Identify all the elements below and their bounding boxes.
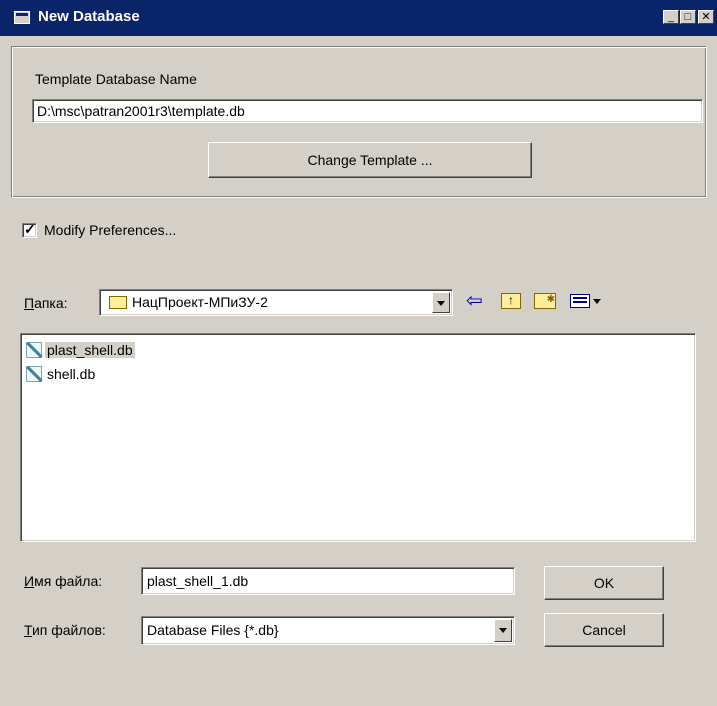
view-menu-icon[interactable] — [570, 294, 590, 308]
chevron-down-icon[interactable] — [494, 619, 512, 642]
file-name: plast_shell.db — [45, 342, 135, 358]
db-file-icon — [25, 341, 43, 359]
up-folder-icon[interactable]: ↑ — [501, 293, 521, 309]
new-folder-icon[interactable]: ✱ — [534, 293, 556, 309]
chevron-down-icon[interactable] — [432, 292, 450, 313]
folder-value: НацПроект-МПиЗУ-2 — [132, 294, 268, 310]
window-icon — [14, 11, 30, 24]
close-button[interactable]: ✕ — [698, 10, 714, 24]
change-template-button[interactable]: Change Template ... — [208, 142, 532, 178]
filename-label: Имя файла: — [24, 573, 103, 589]
back-arrow-icon[interactable]: ⇦ — [466, 290, 490, 312]
template-path-value: D:\msc\patran2001r3\template.db — [37, 103, 245, 119]
folder-icon — [109, 296, 127, 309]
file-list[interactable]: plast_shell.db shell.db — [20, 333, 696, 542]
db-file-icon — [25, 365, 43, 383]
filename-input[interactable]: plast_shell_1.db — [141, 567, 515, 595]
minimize-button[interactable]: _ — [663, 10, 679, 24]
modify-preferences-label: Modify Preferences... — [44, 222, 177, 238]
list-item[interactable]: plast_shell.db — [25, 339, 135, 361]
ok-button[interactable]: OK — [544, 566, 664, 600]
title-bar: New Database _ □ ✕ — [0, 0, 717, 36]
modify-preferences-checkbox[interactable]: ✓ — [22, 221, 37, 238]
template-path-input[interactable]: D:\msc\patran2001r3\template.db — [32, 99, 703, 123]
template-db-label: Template Database Name — [35, 71, 197, 87]
list-item[interactable]: shell.db — [25, 363, 97, 385]
window-title: New Database — [38, 8, 140, 25]
cancel-button[interactable]: Cancel — [544, 613, 664, 647]
filetype-value: Database Files {*.db} — [147, 622, 279, 638]
folder-label: Папка: — [24, 295, 68, 311]
check-icon: ✓ — [24, 221, 36, 237]
folder-select[interactable]: НацПроект-МПиЗУ-2 — [99, 289, 453, 316]
file-name: shell.db — [47, 366, 96, 382]
filetype-select[interactable]: Database Files {*.db} — [141, 616, 515, 645]
view-dropdown-icon[interactable] — [593, 299, 601, 304]
filetype-label: Тип файлов: — [24, 622, 106, 638]
filename-value: plast_shell_1.db — [147, 573, 249, 589]
maximize-button[interactable]: □ — [680, 10, 696, 24]
